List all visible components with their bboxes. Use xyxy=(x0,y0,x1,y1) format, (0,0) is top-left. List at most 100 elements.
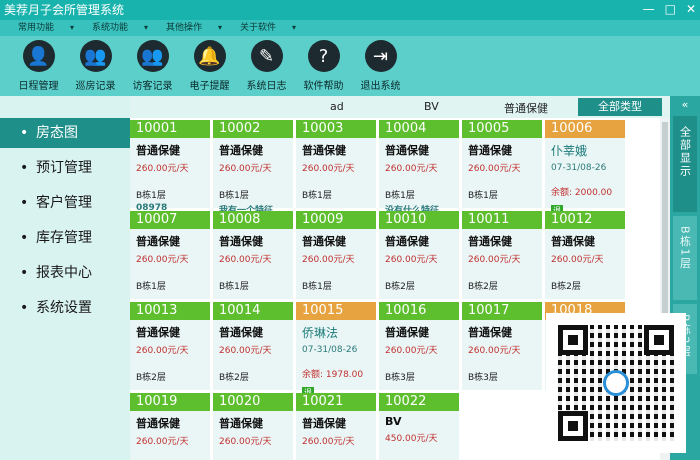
room-type: BV xyxy=(385,415,402,428)
room-floor: B栋1层 xyxy=(468,191,498,201)
exit-button[interactable]: ⇥ 退出系统 xyxy=(352,36,409,96)
room-price: 260.00元/天 xyxy=(219,255,272,265)
exit-icon: ⇥ xyxy=(364,40,397,72)
toolbar: 👤 日程管理 👥 巡房记录 👥 访客记录 🔔 电子提醒 ✎ 系统日志 ? 软件帮… xyxy=(0,36,700,96)
nav-settings[interactable]: • 系统设置 xyxy=(0,293,130,323)
room-tile[interactable]: 10016 普通保健 260.00元/天 B栋3层 xyxy=(379,302,459,390)
title-bar: 美荐月子会所管理系统 — □ ✕ xyxy=(0,0,700,20)
room-floor: B栋2层 xyxy=(551,282,581,292)
visitor-record-button[interactable]: 👥 访客记录 xyxy=(124,36,181,96)
filter-bv[interactable]: BV xyxy=(424,100,439,113)
scroll-thumb[interactable] xyxy=(662,122,668,322)
collapse-icon[interactable]: « xyxy=(670,96,700,114)
bullet-icon: • xyxy=(20,195,29,211)
room-type: 普通保健 xyxy=(219,144,263,157)
room-tile[interactable]: 10008 普通保健 260.00元/天 B栋1层 xyxy=(213,211,293,299)
menu-common[interactable]: 常用功能 xyxy=(0,20,74,36)
nav-customer[interactable]: • 客户管理 xyxy=(0,188,130,218)
room-number: 10020 xyxy=(213,393,293,411)
room-tile[interactable]: 10005 普通保健 260.00元/天 B栋1层 xyxy=(462,120,542,208)
tab-floor-b1[interactable]: B栋1层 xyxy=(673,216,697,300)
bullet-icon: • xyxy=(20,230,29,246)
tool-label: 系统日志 xyxy=(246,81,287,92)
tab-show-all[interactable]: 全部显示 xyxy=(673,116,697,212)
room-tile[interactable]: 10020普通保健260.00元/天B栋3层 xyxy=(213,393,293,460)
minimize-icon[interactable]: — xyxy=(643,2,655,16)
room-tile[interactable]: 10014 普通保健 260.00元/天 B栋2层 xyxy=(213,302,293,390)
rounds-record-button[interactable]: 👥 巡房记录 xyxy=(67,36,124,96)
room-floor: B栋1层 xyxy=(219,191,249,201)
room-floor: B栋1层 xyxy=(136,191,166,201)
reminder-button[interactable]: 🔔 电子提醒 xyxy=(181,36,238,96)
room-number: 10004 xyxy=(379,120,459,138)
filter-all-types[interactable]: 全部类型 xyxy=(578,98,662,116)
balance: 余额: 2000.00 xyxy=(551,188,613,198)
room-number: 10001 xyxy=(130,120,210,138)
qr-code-pattern xyxy=(558,325,674,441)
room-floor: B栋2层 xyxy=(219,373,249,383)
room-type: 普通保健 xyxy=(136,144,180,157)
bullet-icon: • xyxy=(20,300,29,316)
room-number: 10002 xyxy=(213,120,293,138)
nav-label: 系统设置 xyxy=(36,300,92,316)
filter-normal-care[interactable]: 普通保健 xyxy=(504,100,548,116)
room-tile[interactable]: 10003 普通保健 260.00元/天 B栋1层 xyxy=(296,120,376,208)
maximize-icon[interactable]: □ xyxy=(665,2,676,16)
menu-other[interactable]: 其他操作 xyxy=(148,20,222,36)
room-price: 260.00元/天 xyxy=(468,346,521,356)
room-tile[interactable]: 10006仆莘娥07-31/08-26余额: 2000.00退 xyxy=(545,120,625,216)
qr-code-image xyxy=(546,313,686,453)
tool-label: 访客记录 xyxy=(132,81,173,92)
room-tile[interactable]: 10012 普通保健 260.00元/天 B栋2层 xyxy=(545,211,625,299)
close-icon[interactable]: ✕ xyxy=(686,2,696,16)
room-type: 普通保健 xyxy=(302,144,346,157)
room-type: 普通保健 xyxy=(551,235,595,248)
room-price: 260.00元/天 xyxy=(468,255,521,265)
room-type: 普通保健 xyxy=(136,326,180,339)
schedule-button[interactable]: 👤 日程管理 xyxy=(10,36,67,96)
nav-reservation[interactable]: • 预订管理 xyxy=(0,153,130,183)
filter-ad[interactable]: ad xyxy=(330,100,344,113)
room-type: 普通保健 xyxy=(302,417,346,430)
room-tile[interactable]: 10021普通保健260.00元/天B栋3层 xyxy=(296,393,376,460)
nav-room-status[interactable]: • 房态图 xyxy=(0,118,140,148)
tab-label: 全部显示 xyxy=(678,126,692,178)
room-tile[interactable]: 10017 普通保健 260.00元/天 B栋3层 xyxy=(462,302,542,390)
room-type: 普通保健 xyxy=(136,235,180,248)
tab-label: B栋1层 xyxy=(678,226,692,271)
room-tile[interactable]: 10011 普通保健 260.00元/天 B栋2层 xyxy=(462,211,542,299)
room-tile[interactable]: 10002普通保健260.00元/天B栋1层我有一个特征 xyxy=(213,120,293,216)
tool-label: 巡房记录 xyxy=(75,81,116,92)
room-type-filter-bar: ad BV 普通保健 全部类型 xyxy=(130,96,670,118)
room-tile[interactable]: 10022 BV 450.00元/天 xyxy=(379,393,459,460)
room-tile[interactable]: 10004普通保健260.00元/天B栋1层没有什么特征 xyxy=(379,120,459,216)
nav-label: 库存管理 xyxy=(36,230,92,246)
room-price: 260.00元/天 xyxy=(219,346,272,356)
menu-system[interactable]: 系统功能 xyxy=(74,20,148,36)
help-button[interactable]: ? 软件帮助 xyxy=(295,36,352,96)
nav-inventory[interactable]: • 库存管理 xyxy=(0,223,130,253)
visitors-icon: 👥 xyxy=(136,40,169,72)
qr-finder-mark xyxy=(644,325,674,355)
room-tile[interactable]: 10019普通保健260.00元/天B栋3层 xyxy=(130,393,210,460)
room-tile[interactable]: 10010 普通保健 260.00元/天 B栋2层 xyxy=(379,211,459,299)
room-tile[interactable]: 10015侨琳法07-31/08-26余额: 1978.00退 xyxy=(296,302,376,398)
guest-name: 侨琳法 xyxy=(302,326,339,340)
room-price: 260.00元/天 xyxy=(136,346,189,356)
stay-dates: 07-31/08-26 xyxy=(551,163,607,173)
menu-about[interactable]: 关于软件 xyxy=(222,20,296,36)
room-floor: B栋1层 xyxy=(302,282,332,292)
room-price: 450.00元/天 xyxy=(385,434,438,444)
room-tile[interactable]: 10001 普通保健 260.00元/天 B栋1层 08978 xyxy=(130,120,210,213)
bullet-icon: • xyxy=(20,160,29,176)
nav-label: 预订管理 xyxy=(36,160,92,176)
room-number: 10009 xyxy=(296,211,376,229)
room-tile[interactable]: 10007 普通保健 260.00元/天 B栋1层 xyxy=(130,211,210,299)
qr-finder-mark xyxy=(558,325,588,355)
room-tile[interactable]: 10009 普通保健 260.00元/天 B栋1层 xyxy=(296,211,376,299)
system-log-button[interactable]: ✎ 系统日志 xyxy=(238,36,295,96)
room-type: 普通保健 xyxy=(385,235,429,248)
left-nav-panel: • 房态图 • 预订管理 • 客户管理 • 库存管理 • 报表中心 • 系统设置 xyxy=(0,96,140,460)
nav-reports[interactable]: • 报表中心 xyxy=(0,258,130,288)
room-tile[interactable]: 10013 普通保健 260.00元/天 B栋2层 xyxy=(130,302,210,390)
